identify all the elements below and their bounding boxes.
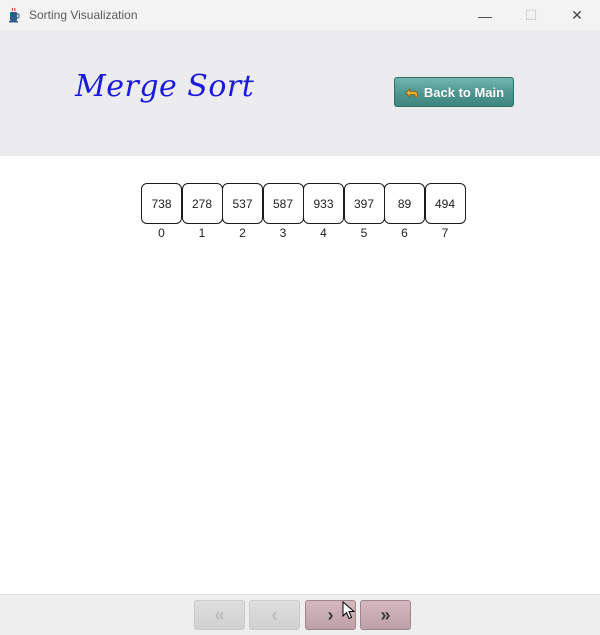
navigation-bar: « ‹ › »: [0, 594, 600, 635]
array-index: 1: [198, 226, 206, 240]
mouse-cursor-icon: [342, 601, 356, 620]
array-cell: 494: [424, 183, 466, 224]
maximize-button[interactable]: ☐: [508, 0, 554, 31]
array-cell: 933: [303, 183, 344, 224]
page-title: Merge Sort: [75, 69, 255, 104]
back-to-main-button[interactable]: Back to Main: [394, 77, 514, 107]
array-cell: 89: [384, 183, 425, 224]
array-cell: 587: [262, 183, 304, 224]
window-title: Sorting Visualization: [29, 8, 138, 22]
array-index: 5: [360, 226, 368, 240]
minimize-button[interactable]: —: [462, 0, 508, 31]
header-panel: Merge Sort Back to Main: [0, 31, 600, 156]
array-cell: 738: [141, 183, 182, 224]
first-step-button[interactable]: «: [194, 600, 245, 630]
array-index: 7: [441, 226, 449, 240]
array-index: 3: [279, 226, 287, 240]
array-index: 4: [320, 226, 327, 240]
array-cell: 397: [343, 183, 385, 224]
array-index: 0: [158, 226, 165, 240]
close-button[interactable]: ✕: [554, 0, 600, 31]
back-to-main-label: Back to Main: [423, 84, 505, 100]
array-cell: 537: [222, 183, 263, 224]
back-arrow-icon: [405, 88, 418, 98]
array-index: 2: [239, 226, 246, 240]
title-bar: Sorting Visualization — ☐ ✕: [0, 0, 600, 31]
last-step-button[interactable]: »: [360, 600, 411, 630]
array-display: 738 278 537 587 933 397 89 494 0 1 2 3 4…: [141, 183, 471, 243]
array-cell: 278: [181, 183, 223, 224]
previous-step-button[interactable]: ‹: [249, 600, 300, 630]
java-cup-icon: [9, 7, 20, 23]
visualization-area: 738 278 537 587 933 397 89 494 0 1 2 3 4…: [0, 156, 600, 594]
array-index: 6: [401, 226, 408, 240]
